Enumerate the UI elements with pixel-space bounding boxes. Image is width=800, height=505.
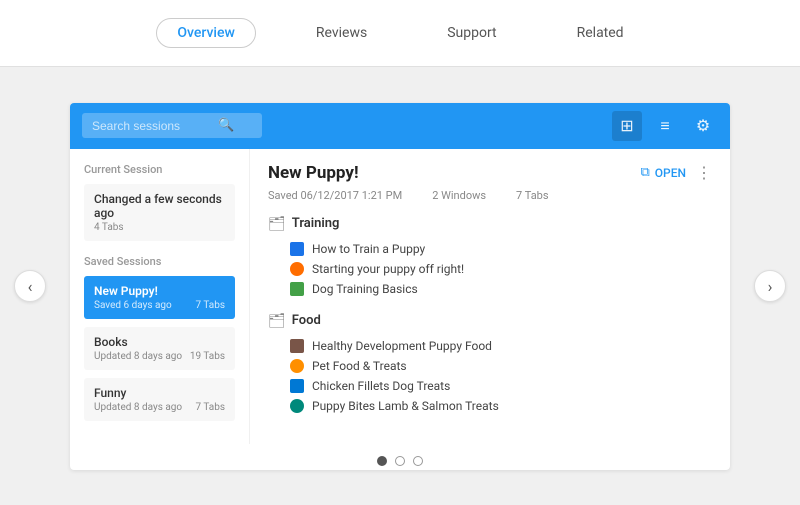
chevron-left-icon: ‹: [28, 277, 33, 296]
tab-favicon: [290, 379, 304, 393]
content-meta: Saved 06/12/2017 1:21 PM 2 Windows 7 Tab…: [268, 189, 712, 202]
current-session-meta: 4 Tabs: [94, 222, 225, 233]
tab-item[interactable]: Dog Training Basics: [268, 279, 712, 299]
content-area: New Puppy! ⧉ OPEN ⋮ Saved 06/12/2017 1:2…: [250, 149, 730, 444]
open-window-icon: ⧉: [640, 165, 649, 180]
tab-title: Healthy Development Puppy Food: [312, 339, 492, 353]
current-session-title: Changed a few seconds ago: [94, 192, 225, 220]
tab-favicon: [290, 339, 304, 353]
tab-item[interactable]: Chicken Fillets Dog Treats: [268, 376, 712, 396]
content-windows: 2 Windows: [432, 189, 486, 202]
nav-item-related[interactable]: Related: [557, 19, 644, 47]
saved-session-item-1[interactable]: Books Updated 8 days ago 19 Tabs: [84, 327, 235, 370]
sidebar: Current Session Changed a few seconds ag…: [70, 149, 250, 444]
tab-item[interactable]: Healthy Development Puppy Food: [268, 336, 712, 356]
sessions-card: 🔍 ⊞ ≡ ⚙ Current Session Changed a few se…: [70, 103, 730, 470]
search-box[interactable]: 🔍: [82, 113, 262, 138]
category-header: 🗂 Training: [268, 216, 712, 232]
dot-3[interactable]: [413, 456, 423, 466]
categories-container: 🗂 Training How to Train a Puppy Starting yo…: [268, 216, 712, 416]
tab-item[interactable]: How to Train a Puppy: [268, 239, 712, 259]
nav-item-support[interactable]: Support: [427, 19, 516, 47]
tab-title: Pet Food & Treats: [312, 359, 407, 373]
card-header: 🔍 ⊞ ≡ ⚙: [70, 103, 730, 149]
current-session-label: Current Session: [84, 163, 235, 176]
nav-item-overview[interactable]: Overview: [156, 18, 255, 48]
pagination-dots: [70, 444, 730, 470]
folder-icon: 🗂: [268, 216, 286, 232]
grid-icon: ⊞: [620, 116, 633, 135]
tab-title: Puppy Bites Lamb & Salmon Treats: [312, 399, 499, 413]
open-btn-area: ⧉ OPEN ⋮: [640, 163, 712, 182]
saved-session-item-2[interactable]: Funny Updated 8 days ago 7 Tabs: [84, 378, 235, 421]
tab-title: How to Train a Puppy: [312, 242, 425, 256]
saved-session-item-0[interactable]: New Puppy! Saved 6 days ago 7 Tabs: [84, 276, 235, 319]
tab-item[interactable]: Starting your puppy off right!: [268, 259, 712, 279]
saved-session-title-0: New Puppy!: [94, 284, 225, 298]
prev-arrow-button[interactable]: ‹: [14, 270, 46, 302]
next-arrow-button[interactable]: ›: [754, 270, 786, 302]
search-icon: 🔍: [218, 118, 234, 133]
tab-favicon: [290, 242, 304, 256]
list-view-button[interactable]: ≡: [650, 111, 680, 141]
more-options-button[interactable]: ⋮: [696, 163, 712, 182]
tab-favicon: [290, 282, 304, 296]
tab-favicon: [290, 399, 304, 413]
dot-2[interactable]: [395, 456, 405, 466]
content-title: New Puppy!: [268, 163, 359, 183]
current-session-item[interactable]: Changed a few seconds ago 4 Tabs: [84, 184, 235, 241]
tab-item[interactable]: Puppy Bites Lamb & Salmon Treats: [268, 396, 712, 416]
list-icon: ≡: [660, 116, 669, 136]
saved-session-title-2: Funny: [94, 386, 225, 400]
dot-1[interactable]: [377, 456, 387, 466]
category-food: 🗂 Food Healthy Development Puppy Food Pet F…: [268, 313, 712, 416]
tab-item[interactable]: Pet Food & Treats: [268, 356, 712, 376]
tab-favicon: [290, 359, 304, 373]
chevron-right-icon: ›: [768, 277, 773, 296]
saved-sessions-label: Saved Sessions: [84, 255, 235, 268]
category-name: Training: [292, 216, 340, 231]
saved-session-meta-1: Updated 8 days ago 19 Tabs: [94, 351, 225, 362]
saved-session-meta-2: Updated 8 days ago 7 Tabs: [94, 402, 225, 413]
folder-icon: 🗂: [268, 313, 286, 329]
category-name: Food: [292, 313, 321, 328]
content-tabs-count: 7 Tabs: [516, 189, 549, 202]
open-button[interactable]: ⧉ OPEN: [640, 165, 686, 180]
saved-session-title-1: Books: [94, 335, 225, 349]
content-header: New Puppy! ⧉ OPEN ⋮: [268, 163, 712, 183]
main-area: ‹ 🔍 ⊞ ≡ ⚙ Current Session: [0, 67, 800, 505]
tab-title: Dog Training Basics: [312, 282, 418, 296]
grid-view-button[interactable]: ⊞: [612, 111, 642, 141]
nav-item-reviews[interactable]: Reviews: [296, 19, 387, 47]
top-navigation: Overview Reviews Support Related: [0, 0, 800, 67]
card-body: Current Session Changed a few seconds ag…: [70, 149, 730, 444]
gear-icon: ⚙: [696, 116, 710, 135]
tab-title: Starting your puppy off right!: [312, 262, 464, 276]
content-saved-date: Saved 06/12/2017 1:21 PM: [268, 189, 402, 202]
settings-button[interactable]: ⚙: [688, 111, 718, 141]
category-training: 🗂 Training How to Train a Puppy Starting yo…: [268, 216, 712, 299]
tab-title: Chicken Fillets Dog Treats: [312, 379, 450, 393]
category-header: 🗂 Food: [268, 313, 712, 329]
tab-favicon: [290, 262, 304, 276]
saved-session-meta-0: Saved 6 days ago 7 Tabs: [94, 300, 225, 311]
search-input[interactable]: [92, 119, 212, 133]
